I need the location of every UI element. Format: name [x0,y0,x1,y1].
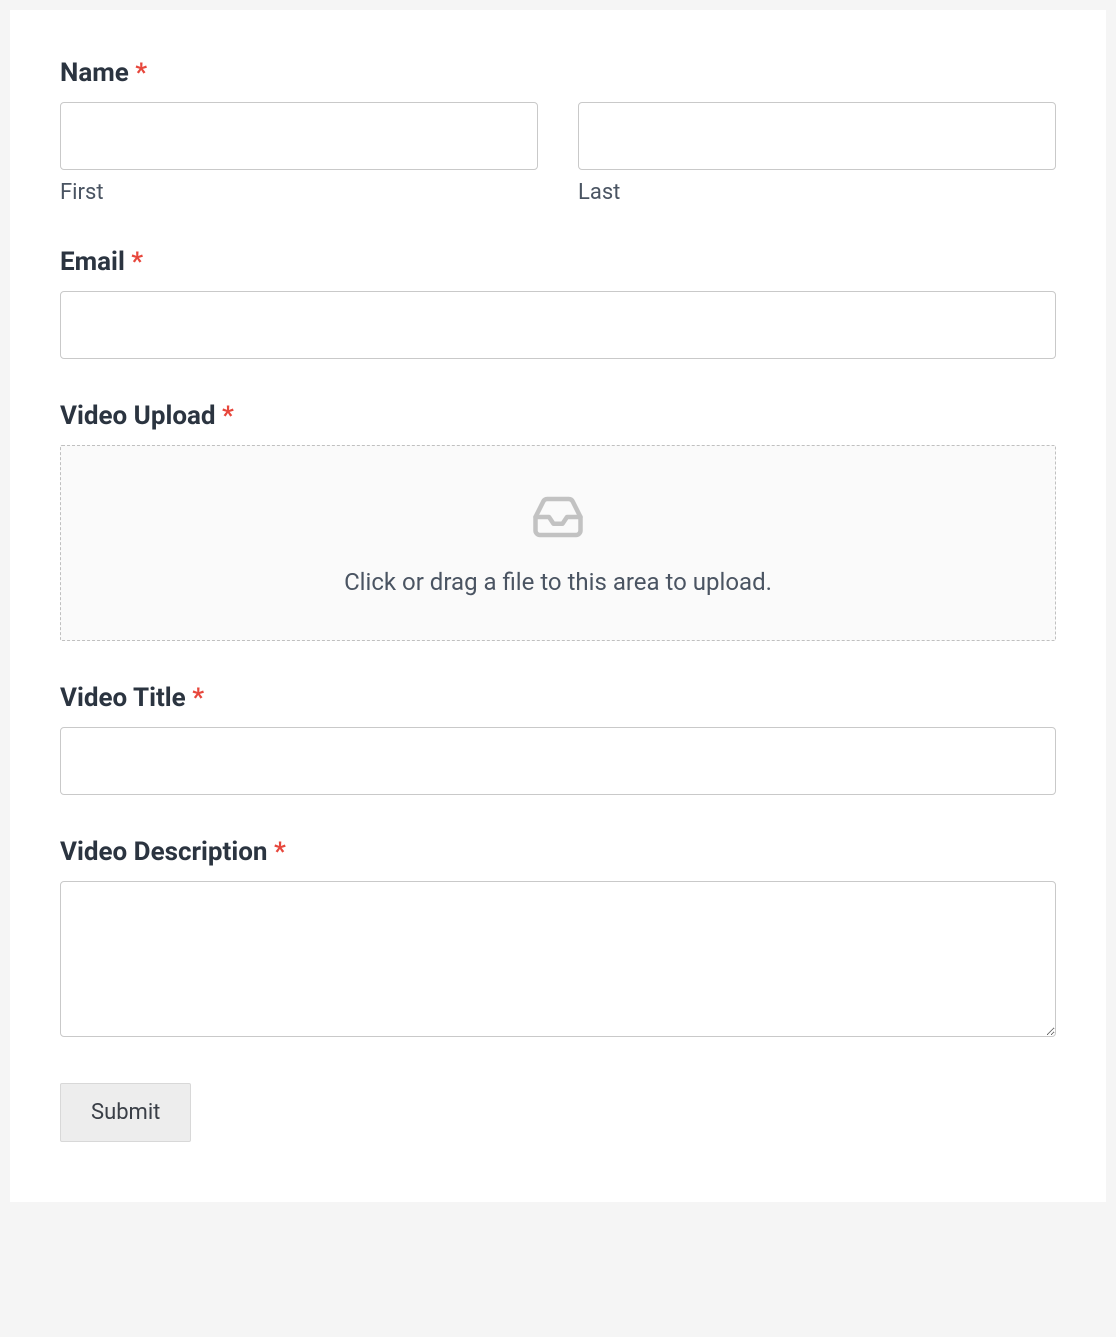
submit-button[interactable]: Submit [60,1083,191,1142]
first-name-sublabel: First [60,180,538,205]
name-row: First Last [60,102,1056,205]
video-description-field-group: Video Description * [60,837,1056,1041]
first-name-input[interactable] [60,102,538,170]
video-title-label-text: Video Title [60,683,186,713]
required-indicator: * [135,58,147,88]
required-indicator: * [274,837,286,867]
email-label-text: Email [60,247,125,277]
last-name-input[interactable] [578,102,1056,170]
video-description-textarea[interactable] [60,881,1056,1037]
video-submission-form: Name * First Last Email * Video Upload * [10,10,1106,1202]
video-description-label-text: Video Description [60,837,267,867]
last-name-column: Last [578,102,1056,205]
video-title-input[interactable] [60,727,1056,795]
required-indicator: * [192,683,204,713]
name-label: Name * [60,58,1056,88]
upload-dropzone-text: Click or drag a file to this area to upl… [344,568,772,596]
video-title-field-group: Video Title * [60,683,1056,795]
video-upload-label-text: Video Upload [60,401,216,431]
last-name-sublabel: Last [578,180,1056,205]
email-field-group: Email * [60,247,1056,359]
first-name-column: First [60,102,538,205]
video-upload-label: Video Upload * [60,401,1056,431]
video-title-label: Video Title * [60,683,1056,713]
email-input[interactable] [60,291,1056,359]
name-field-group: Name * First Last [60,58,1056,205]
required-indicator: * [222,401,234,431]
video-upload-field-group: Video Upload * Click or drag a file to t… [60,401,1056,641]
upload-icon [531,490,585,548]
email-label: Email * [60,247,1056,277]
video-description-label: Video Description * [60,837,1056,867]
required-indicator: * [131,247,143,277]
name-label-text: Name [60,58,129,88]
file-upload-dropzone[interactable]: Click or drag a file to this area to upl… [60,445,1056,641]
